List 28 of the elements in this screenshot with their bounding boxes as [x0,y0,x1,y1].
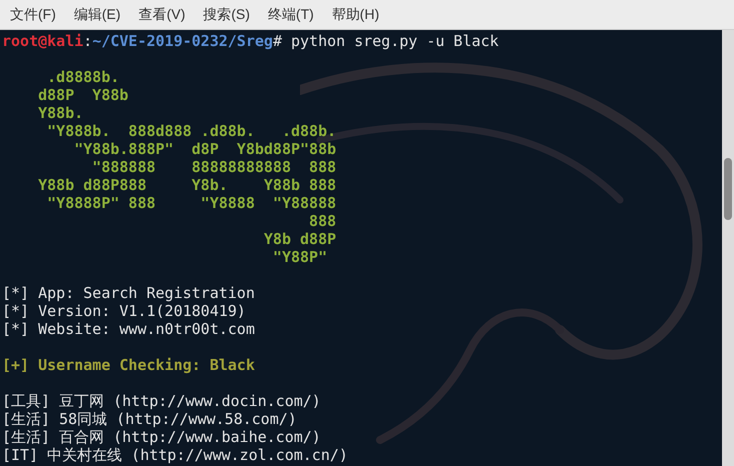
ascii-art-line: .d8888b. [46,68,120,86]
ascii-art-line: "888888 88888888888 888 [91,158,336,176]
ascii-art-line: Y88b d88P888 Y8b. Y88b 888 [37,176,336,194]
status-line: [+] Username Checking: Black [2,356,255,374]
output-line: [*] Website: www.n0tr00t.com [2,320,255,338]
result-line: [工具] 豆丁网 (http://www.docin.com/) [2,392,321,410]
menu-item[interactable]: 搜索(S) [203,4,250,25]
menu-item[interactable]: 终端(T) [268,4,314,25]
result-line: [生活] 58同城 (http://www.58.com/) [2,410,297,428]
ascii-art-line: d88P Y88b [37,86,128,104]
menu-item[interactable]: 文件(F) [10,4,56,25]
result-line: [生活] 百合网 (http://www.baihe.com/) [2,428,321,446]
scrollbar[interactable] [722,30,734,466]
menu-item[interactable]: 查看(V) [138,4,186,25]
scrollbar-thumb[interactable] [724,158,732,220]
ascii-art-line: Y88b. [37,104,84,122]
ascii-art-line: "Y888b. 888d888 .d88b. .d88b. [46,122,336,140]
menu-item[interactable]: 编辑(E) [74,4,121,25]
ascii-art-line: Y8b d88P [262,230,336,248]
ascii-art-line: 888 [308,212,336,230]
output-line: [*] App: Search Registration [2,284,255,302]
result-line: [IT] 中关村在线 (http://www.zol.com.cn/) [2,446,348,464]
ascii-art-line: "Y8888P" 888 "Y8888 "Y88888 [46,194,336,212]
command-prompt: root@kali:~/CVE-2019-0232/Sreg# python sreg.py -u Black [2,32,499,50]
output-line: [*] Version: V1.1(20180419) [2,302,246,320]
ascii-art-line: "Y88b.888P" d8P Y8bd88P"88b [73,140,336,158]
menu-item[interactable]: 帮助(H) [332,4,380,25]
ascii-art-line: "Y88P" [272,248,328,266]
